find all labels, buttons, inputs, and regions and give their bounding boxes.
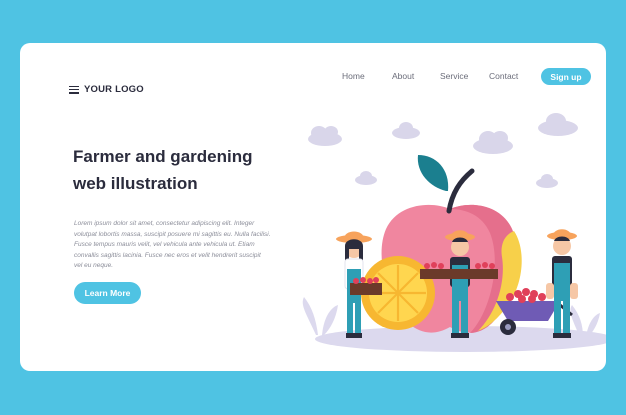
cloud-icon <box>355 171 377 185</box>
cloud-icon <box>536 174 558 188</box>
farmer-illustration <box>302 113 606 352</box>
landing-card: YOUR LOGO Home About Service Contact Sig… <box>20 43 606 371</box>
cloud-icon <box>473 131 513 154</box>
cloud-icon <box>392 122 420 139</box>
plant-icon <box>302 297 338 335</box>
cloud-icon <box>538 113 578 136</box>
cloud-icon <box>308 126 342 146</box>
farmer-figure <box>546 229 578 338</box>
